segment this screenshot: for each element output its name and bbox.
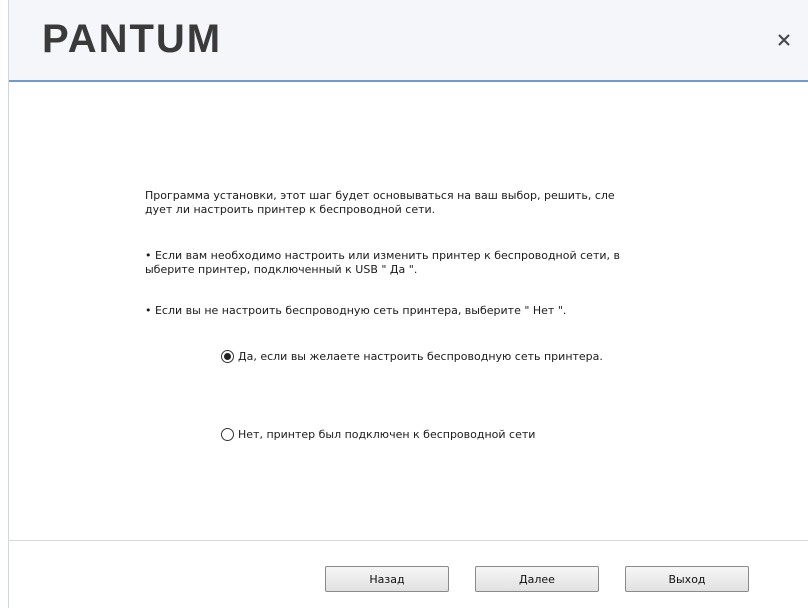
close-button[interactable] <box>774 30 794 50</box>
footer-divider <box>9 540 808 541</box>
intro-text: Программа установки, этот шаг будет осно… <box>145 189 615 216</box>
header: PANTUM <box>9 0 808 80</box>
pantum-logo: PANTUM <box>42 18 222 58</box>
bullet-no-text: • Если вы не настроить беспроводную сеть… <box>145 304 567 317</box>
close-icon <box>778 34 790 46</box>
radio-option-no[interactable]: Нет, принтер был подключен к беспроводно… <box>221 428 535 441</box>
radio-label-yes: Да, если вы желаете настроить беспроводн… <box>238 350 603 363</box>
back-button[interactable]: Назад <box>325 566 449 592</box>
radio-label-no: Нет, принтер был подключен к беспроводно… <box>238 428 536 441</box>
bullet-usb-text: • Если вам необходимо настроить или изме… <box>145 249 620 276</box>
next-button[interactable]: Далее <box>475 566 599 592</box>
radio-button-yes[interactable] <box>221 350 234 363</box>
exit-button[interactable]: Выход <box>625 566 749 592</box>
radio-button-no[interactable] <box>221 428 234 441</box>
radio-option-yes[interactable]: Да, если вы желаете настроить беспроводн… <box>221 350 603 363</box>
content-area: Программа установки, этот шаг будет осно… <box>9 82 808 540</box>
logo-text: PANTUM <box>42 18 222 58</box>
installer-window: PANTUM Программа установки, этот шаг буд… <box>0 0 808 608</box>
